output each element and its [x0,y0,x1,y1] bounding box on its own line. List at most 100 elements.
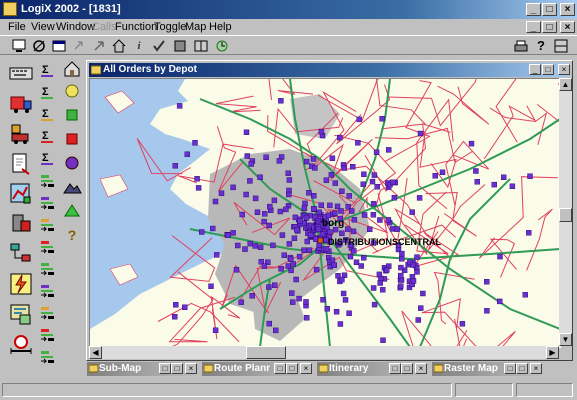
arrow-icon[interactable] [91,38,107,54]
child-close-button[interactable]: × [560,21,575,33]
order-marker[interactable] [491,181,497,188]
order-marker[interactable] [212,327,219,334]
order-marker[interactable] [313,266,320,273]
order-marker[interactable] [252,243,259,249]
order-status-icon[interactable] [38,215,58,235]
order-marker[interactable] [310,156,317,162]
order-marker[interactable] [338,208,344,214]
order-marker[interactable] [286,191,292,198]
close-button[interactable]: × [530,363,542,374]
order-status-icon[interactable] [38,303,58,323]
server-red-icon[interactable] [8,211,34,237]
minimized-window-raster-map[interactable]: Raster Map □ □ × [432,362,545,376]
order-marker[interactable] [329,155,336,161]
order-marker[interactable] [391,194,398,201]
print-icon[interactable] [513,38,529,54]
triangle-green-icon[interactable] [62,201,82,221]
window-arrange-icon[interactable] [553,38,569,54]
order-marker[interactable] [380,287,386,293]
order-marker[interactable] [340,290,347,297]
order-marker[interactable] [468,140,475,147]
order-marker[interactable] [261,211,268,217]
order-marker[interactable] [307,232,314,238]
order-marker[interactable] [370,212,377,218]
order-marker[interactable] [277,208,284,215]
order-marker[interactable] [303,215,310,221]
menu-file[interactable]: File [8,21,26,33]
order-marker[interactable] [311,192,317,199]
order-marker[interactable] [353,259,360,266]
order-status-icon[interactable] [38,325,58,345]
order-marker[interactable] [304,315,310,321]
order-marker[interactable] [266,320,273,327]
restore-button[interactable]: □ [159,363,171,374]
menu-window[interactable]: Window [56,21,95,33]
order-marker[interactable] [484,278,490,285]
app-icon[interactable] [3,2,17,16]
order-marker[interactable] [420,290,426,297]
order-marker[interactable] [244,153,251,159]
order-marker[interactable] [527,173,533,179]
order-marker[interactable] [501,174,507,181]
maximize-button[interactable]: □ [516,363,528,374]
scroll-left-button[interactable]: ◀ [89,346,102,359]
sigma-filter-icon[interactable]: Σ [38,127,58,147]
order-marker[interactable] [318,128,325,135]
order-marker[interactable] [319,231,326,237]
sigma-filter-icon[interactable]: Σ [38,149,58,169]
order-marker[interactable] [399,250,405,257]
order-marker[interactable] [339,276,345,283]
minimize-button[interactable]: _ [526,3,541,16]
order-marker[interactable] [390,179,396,185]
order-marker[interactable] [261,263,268,269]
order-marker[interactable] [345,226,351,232]
order-marker[interactable] [279,232,286,238]
order-marker[interactable] [214,252,220,258]
order-marker[interactable] [296,295,302,302]
order-marker[interactable] [418,305,424,311]
order-marker[interactable] [399,256,405,262]
order-marker[interactable] [327,229,333,235]
order-marker[interactable] [311,205,317,212]
order-marker[interactable] [360,181,366,187]
mountain-icon[interactable] [62,177,82,197]
split-icon[interactable] [193,38,209,54]
order-marker[interactable] [278,98,284,104]
order-marker[interactable] [409,209,415,215]
order-marker[interactable] [267,203,273,210]
order-marker[interactable] [347,253,354,260]
menu-help[interactable]: Help [209,21,232,33]
route-map-icon[interactable] [8,181,34,207]
order-marker[interactable] [192,140,198,146]
order-marker[interactable] [323,177,330,183]
flow-chart-icon[interactable] [8,241,34,267]
order-marker[interactable] [432,173,438,179]
maximize-button[interactable]: □ [286,363,298,374]
order-marker[interactable] [398,283,404,289]
order-marker[interactable] [278,266,284,272]
map-canvas[interactable]: borg DISTRIBUTIONSCENTRAL [89,78,561,348]
order-marker[interactable] [248,161,254,167]
order-marker[interactable] [301,247,307,253]
order-marker[interactable] [271,282,278,288]
minimized-window-sub-map[interactable]: Sub-Map □ □ × [87,362,200,376]
calls-icon[interactable] [71,38,87,54]
order-marker[interactable] [303,299,309,305]
circle-purple-icon[interactable] [62,153,82,173]
order-marker[interactable] [473,168,479,174]
order-marker[interactable] [225,232,231,238]
order-marker[interactable] [291,235,298,241]
order-marker[interactable] [243,129,250,135]
order-marker[interactable] [367,226,373,233]
menu-view[interactable]: View [31,21,55,33]
map-close-button[interactable]: × [558,64,570,75]
order-marker[interactable] [377,280,383,286]
order-marker[interactable] [270,242,276,249]
order-marker[interactable] [410,262,416,268]
order-marker[interactable] [417,130,424,137]
order-marker[interactable] [414,254,420,260]
order-marker[interactable] [239,211,245,218]
order-marker[interactable] [272,327,279,334]
order-marker[interactable] [198,229,205,235]
order-marker[interactable] [306,247,313,253]
